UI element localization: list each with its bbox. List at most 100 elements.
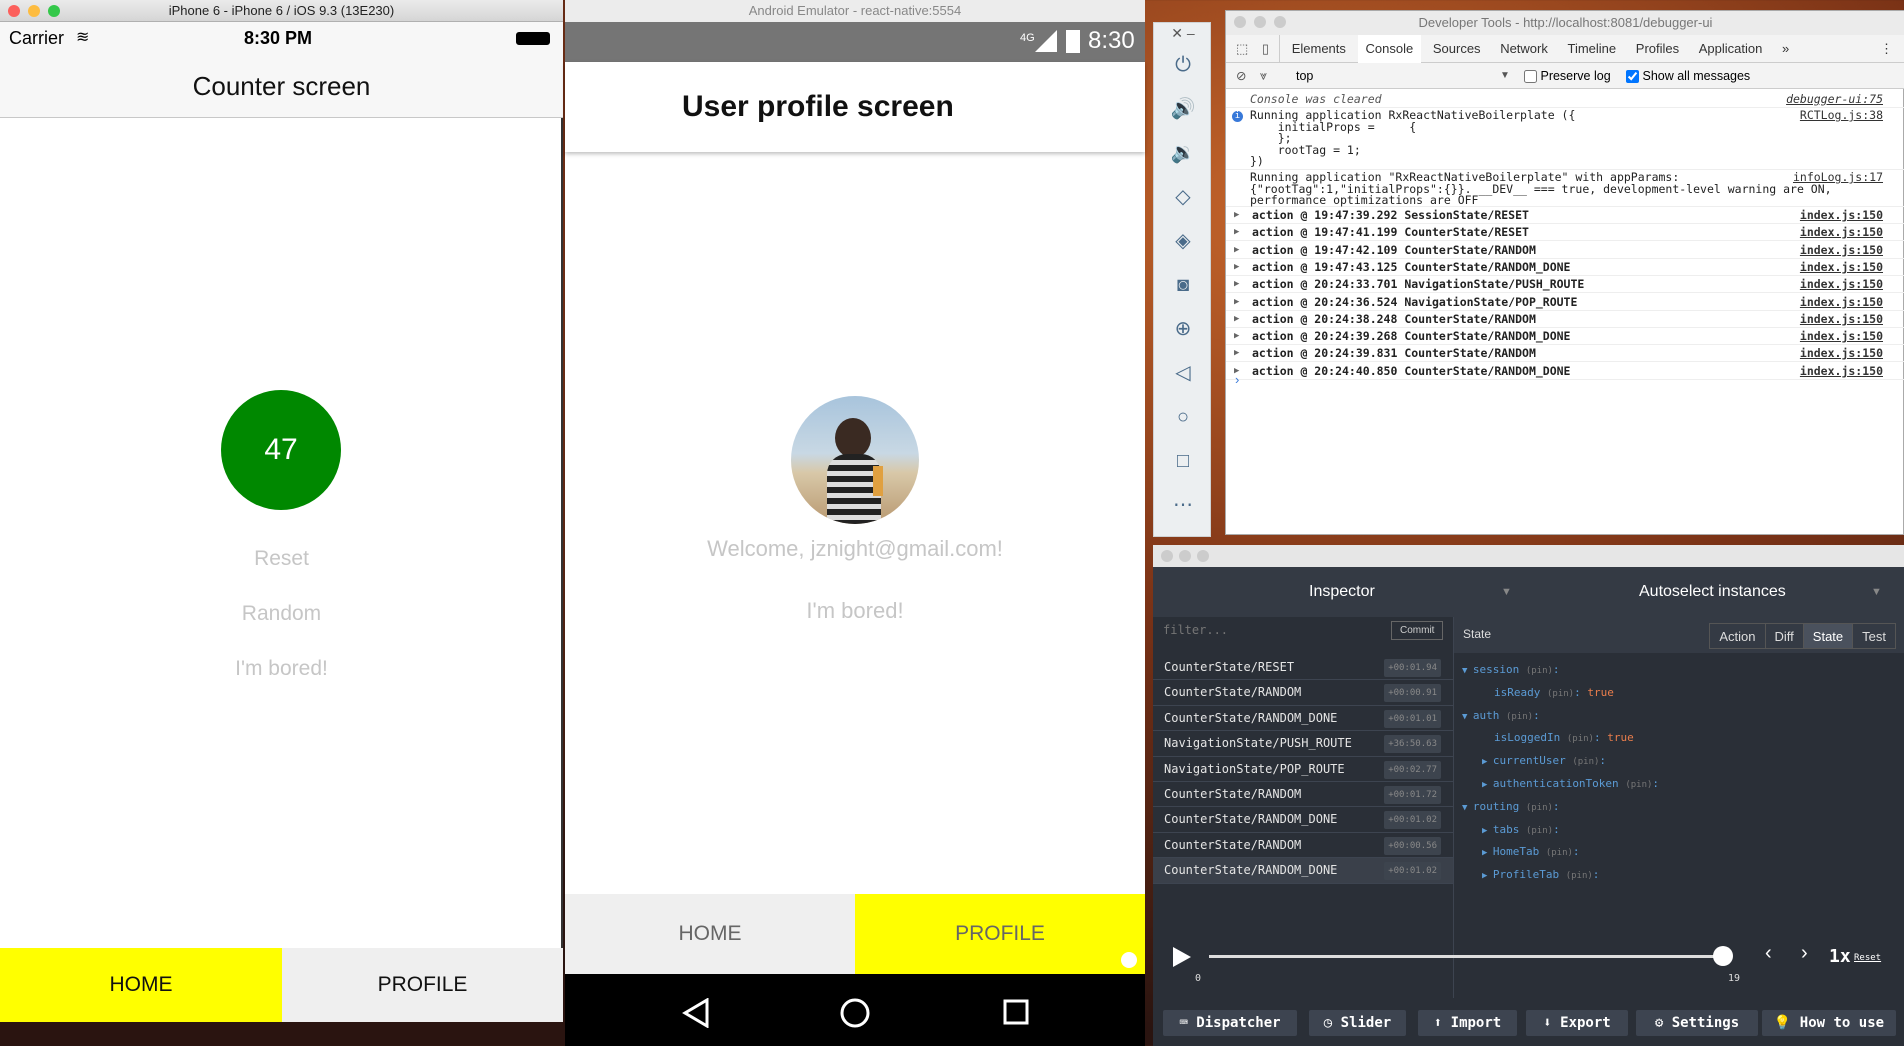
tab-test[interactable]: Test: [1852, 624, 1895, 648]
chevron-down-icon[interactable]: ▼: [1500, 63, 1510, 89]
step-forward-icon[interactable]: ›: [1801, 942, 1808, 965]
pin-label[interactable]: (pin): [1625, 780, 1652, 790]
context-select[interactable]: top: [1296, 63, 1456, 89]
tab-sources[interactable]: Sources: [1425, 35, 1489, 63]
state-tree-node[interactable]: ▶ authenticationToken (pin):: [1482, 777, 1659, 790]
tab-elements[interactable]: Elements: [1284, 35, 1354, 63]
console-prompt-icon[interactable]: ›: [1235, 372, 1239, 387]
zoom-window-button[interactable]: [1197, 550, 1209, 562]
console-action-row[interactable]: ▶ action @ 19:47:42.109 CounterState/RAND…: [1226, 242, 1904, 259]
console-action-row[interactable]: ▶ action @ 19:47:43.125 CounterState/RAND…: [1226, 259, 1904, 276]
action-list-item[interactable]: CounterState/RANDOM_DONE +00:01.02: [1153, 858, 1453, 884]
tab-application[interactable]: Application: [1691, 35, 1771, 63]
pin-label[interactable]: (pin): [1566, 871, 1593, 881]
log-source-link[interactable]: index.js:150: [1800, 363, 1883, 380]
action-list-item[interactable]: CounterState/RANDOM_DONE +00:01.01: [1153, 706, 1453, 732]
speed-select[interactable]: 1x: [1829, 946, 1851, 967]
rotate-left-icon[interactable]: ◇: [1154, 175, 1212, 219]
back-icon[interactable]: [681, 998, 711, 1028]
minimize-window-button[interactable]: [1254, 16, 1266, 28]
chevron-right-icon[interactable]: ▶: [1482, 757, 1493, 767]
random-button[interactable]: Random: [0, 602, 563, 626]
action-list-item[interactable]: CounterState/RANDOM_DONE +00:01.02: [1153, 807, 1453, 833]
tab-profile[interactable]: PROFILE: [855, 894, 1145, 974]
volume-down-icon[interactable]: 🔉: [1154, 131, 1212, 175]
chevron-down-icon[interactable]: ▼: [1462, 666, 1473, 676]
state-tree-node[interactable]: isLoggedIn (pin): true: [1482, 731, 1634, 744]
chevron-right-icon[interactable]: ▶: [1482, 826, 1493, 836]
state-tree-node[interactable]: ▼ routing (pin):: [1462, 800, 1560, 813]
action-list-item[interactable]: CounterState/RANDOM +00:00.56: [1153, 833, 1453, 859]
tab-state[interactable]: State: [1802, 624, 1853, 648]
tab-home[interactable]: HOME: [0, 948, 282, 1022]
tab-timeline[interactable]: Timeline: [1560, 35, 1625, 63]
chevron-right-icon[interactable]: ▶: [1234, 207, 1239, 224]
reset-button[interactable]: Reset: [0, 547, 563, 571]
chevron-down-icon[interactable]: ▼: [1462, 803, 1473, 813]
tab-profiles[interactable]: Profiles: [1628, 35, 1687, 63]
console-action-row[interactable]: ▶ action @ 20:24:39.831 CounterState/RAND…: [1226, 345, 1904, 363]
pin-label[interactable]: (pin): [1567, 734, 1594, 744]
pin-label[interactable]: (pin): [1526, 826, 1553, 836]
chevron-down-icon[interactable]: ▼: [1501, 567, 1512, 617]
state-tree-node[interactable]: isReady (pin): true: [1482, 686, 1614, 699]
step-back-icon[interactable]: ‹: [1765, 942, 1772, 965]
bored-button[interactable]: I'm bored!: [565, 598, 1145, 624]
menu-icon[interactable]: ⋮: [1872, 35, 1901, 63]
minimize-window-button[interactable]: [28, 5, 40, 17]
home-circle-icon[interactable]: [839, 997, 871, 1029]
play-icon[interactable]: [1171, 945, 1193, 969]
chevron-down-icon[interactable]: ▼: [1462, 712, 1473, 722]
log-source-link[interactable]: index.js:150: [1800, 259, 1883, 276]
pin-label[interactable]: (pin): [1526, 666, 1553, 676]
import-button[interactable]: ⬆ Import: [1418, 1010, 1517, 1036]
more-icon[interactable]: ⋯: [1154, 483, 1212, 527]
slider-button[interactable]: ◷ Slider: [1309, 1010, 1406, 1036]
reset-link[interactable]: Reset: [1854, 953, 1881, 963]
back-icon[interactable]: ◁: [1154, 351, 1212, 395]
minimize-window-button[interactable]: [1179, 550, 1191, 562]
settings-button[interactable]: ⚙ Settings: [1636, 1010, 1758, 1036]
commit-button[interactable]: Commit: [1391, 621, 1444, 640]
tab-diff[interactable]: Diff: [1764, 624, 1803, 648]
overview-icon[interactable]: □: [1154, 439, 1212, 483]
how-to-use-button[interactable]: 💡 How to use: [1762, 1010, 1896, 1036]
chevron-right-icon[interactable]: ▶: [1482, 780, 1493, 790]
slider-track[interactable]: [1209, 955, 1723, 958]
log-source-link[interactable]: index.js:150: [1800, 276, 1883, 293]
home-circle-icon[interactable]: ○: [1154, 395, 1212, 439]
chevron-right-icon[interactable]: ▶: [1234, 345, 1239, 362]
preserve-log-checkbox[interactable]: Preserve log: [1524, 63, 1611, 89]
pin-label[interactable]: (pin): [1506, 712, 1533, 722]
chevron-right-icon[interactable]: ▶: [1234, 259, 1239, 276]
chevron-right-icon[interactable]: ▶: [1234, 294, 1239, 311]
log-source-link[interactable]: index.js:150: [1800, 207, 1883, 224]
zoom-icon[interactable]: ⊕: [1154, 307, 1212, 351]
state-tree-node[interactable]: ▼ auth (pin):: [1462, 709, 1540, 722]
zoom-window-button[interactable]: [48, 5, 60, 17]
state-tree-node[interactable]: ▶ currentUser (pin):: [1482, 754, 1606, 767]
rotate-right-icon[interactable]: ◈: [1154, 219, 1212, 263]
tab-console[interactable]: Console: [1357, 35, 1422, 65]
console-action-row[interactable]: ▶ action @ 20:24:40.850 CounterState/RAND…: [1226, 363, 1904, 380]
chevron-down-icon[interactable]: ▼: [1871, 567, 1882, 617]
clear-console-icon[interactable]: ⊘: [1236, 63, 1246, 89]
bored-button[interactable]: I'm bored!: [0, 657, 563, 681]
pin-label[interactable]: (pin): [1546, 848, 1573, 858]
chevron-right-icon[interactable]: ▶: [1234, 328, 1239, 345]
action-list-item[interactable]: NavigationState/PUSH_ROUTE +36:50.63: [1153, 731, 1453, 757]
log-source-link[interactable]: index.js:150: [1800, 294, 1883, 311]
pin-label[interactable]: (pin): [1526, 803, 1553, 813]
chevron-right-icon[interactable]: ▶: [1482, 848, 1493, 858]
action-list-item[interactable]: CounterState/RANDOM +00:00.91: [1153, 680, 1453, 706]
chevron-right-icon[interactable]: ▶: [1234, 276, 1239, 293]
console-action-row[interactable]: ▶ action @ 20:24:36.524 NavigationState/P…: [1226, 294, 1904, 311]
show-all-checkbox[interactable]: Show all messages: [1626, 63, 1750, 89]
close-icon[interactable]: ✕ –: [1154, 23, 1212, 43]
zoom-window-button[interactable]: [1274, 16, 1286, 28]
tab-network[interactable]: Network: [1492, 35, 1556, 63]
state-tree-node[interactable]: ▶ ProfileTab (pin):: [1482, 868, 1599, 881]
console-action-row[interactable]: ▶ action @ 20:24:39.268 CounterState/RAND…: [1226, 328, 1904, 346]
console-action-row[interactable]: ▶ action @ 20:24:38.248 CounterState/RAND…: [1226, 311, 1904, 328]
log-source-link[interactable]: index.js:150: [1800, 345, 1883, 362]
